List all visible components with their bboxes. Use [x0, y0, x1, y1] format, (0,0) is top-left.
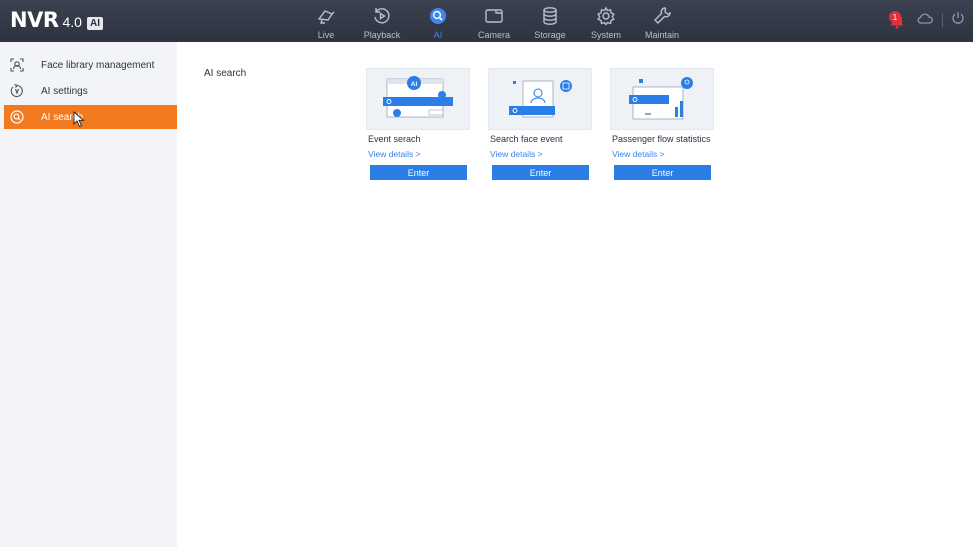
logo: NVR 4.0 AI	[10, 8, 103, 32]
enter-button[interactable]: Enter	[370, 165, 467, 180]
sidebar-item-ai-settings[interactable]: AI settings	[0, 79, 177, 103]
nav-maintain[interactable]: Maintain	[634, 0, 690, 42]
sidebar-item-label: Face library management	[41, 59, 155, 71]
logo-badge: AI	[86, 17, 103, 30]
mouse-cursor-icon	[73, 111, 85, 133]
enter-button[interactable]: Enter	[492, 165, 589, 180]
enter-button[interactable]: Enter	[614, 165, 711, 180]
card-event-search: AI Event serach View details > Enter	[366, 68, 470, 182]
logo-text: NVR	[10, 8, 59, 32]
alarm-count-badge: 1	[889, 11, 901, 23]
card-title: Search face event	[490, 134, 563, 144]
nav-label: AI	[433, 30, 443, 40]
nav-label: Playback	[363, 30, 401, 40]
wrench-icon	[651, 5, 673, 27]
nav-label: Camera	[477, 30, 510, 40]
view-details-link[interactable]: View details >	[490, 149, 543, 159]
sidebar-item-ai-search[interactable]: AI search	[4, 105, 177, 129]
card-title: Passenger flow statistics	[612, 134, 711, 144]
view-details-link[interactable]: View details >	[368, 149, 421, 159]
nav-system[interactable]: System	[578, 0, 634, 42]
page-title: AI search	[204, 68, 247, 79]
top-right-tools: 1	[886, 9, 965, 31]
sidebar-item-face-library[interactable]: Face library management	[0, 53, 177, 77]
power-icon[interactable]	[951, 11, 965, 30]
nav-playback[interactable]: Playback	[354, 0, 410, 42]
main-nav: Live Playback AI Camera Storage System M…	[298, 0, 690, 42]
logo-version: 4.0	[62, 14, 82, 30]
camera-icon	[315, 5, 337, 27]
face-search-illustration	[488, 68, 592, 130]
gear-icon	[595, 5, 617, 27]
cloud-icon[interactable]	[916, 11, 934, 30]
app-window: NVR 4.0 AI Live Playback AI Camera Stora…	[0, 0, 973, 547]
nav-label: Maintain	[644, 30, 680, 40]
divider	[942, 13, 943, 27]
playback-icon	[371, 5, 393, 27]
sidebar: Face library management AI settings AI s…	[0, 42, 177, 547]
camera-screen-icon	[483, 5, 505, 27]
nav-label: System	[590, 30, 621, 40]
ai-search-icon	[9, 109, 25, 125]
card-search-face-event: Search face event View details > Enter	[488, 68, 592, 182]
face-library-icon	[9, 57, 25, 73]
top-bar: NVR 4.0 AI Live Playback AI Camera Stora…	[0, 0, 973, 42]
ai-settings-icon	[9, 83, 25, 99]
nav-label: Storage	[534, 30, 566, 40]
storage-icon	[539, 5, 561, 27]
svg-text:AI: AI	[411, 81, 418, 88]
nav-camera[interactable]: Camera	[466, 0, 522, 42]
sidebar-item-label: AI settings	[41, 85, 88, 97]
passenger-flow-illustration	[610, 68, 714, 130]
nav-label: Live	[317, 30, 335, 40]
ai-search-icon	[427, 5, 449, 27]
card-title: Event serach	[368, 134, 421, 144]
nav-ai[interactable]: AI	[410, 0, 466, 42]
event-search-illustration: AI	[366, 68, 470, 130]
nav-live[interactable]: Live	[298, 0, 354, 42]
view-details-link[interactable]: View details >	[612, 149, 665, 159]
alarm-button[interactable]: 1	[886, 9, 908, 31]
card-passenger-flow: Passenger flow statistics View details >…	[610, 68, 714, 182]
nav-storage[interactable]: Storage	[522, 0, 578, 42]
main-panel: AI search AI Event serach View details >	[177, 42, 973, 547]
